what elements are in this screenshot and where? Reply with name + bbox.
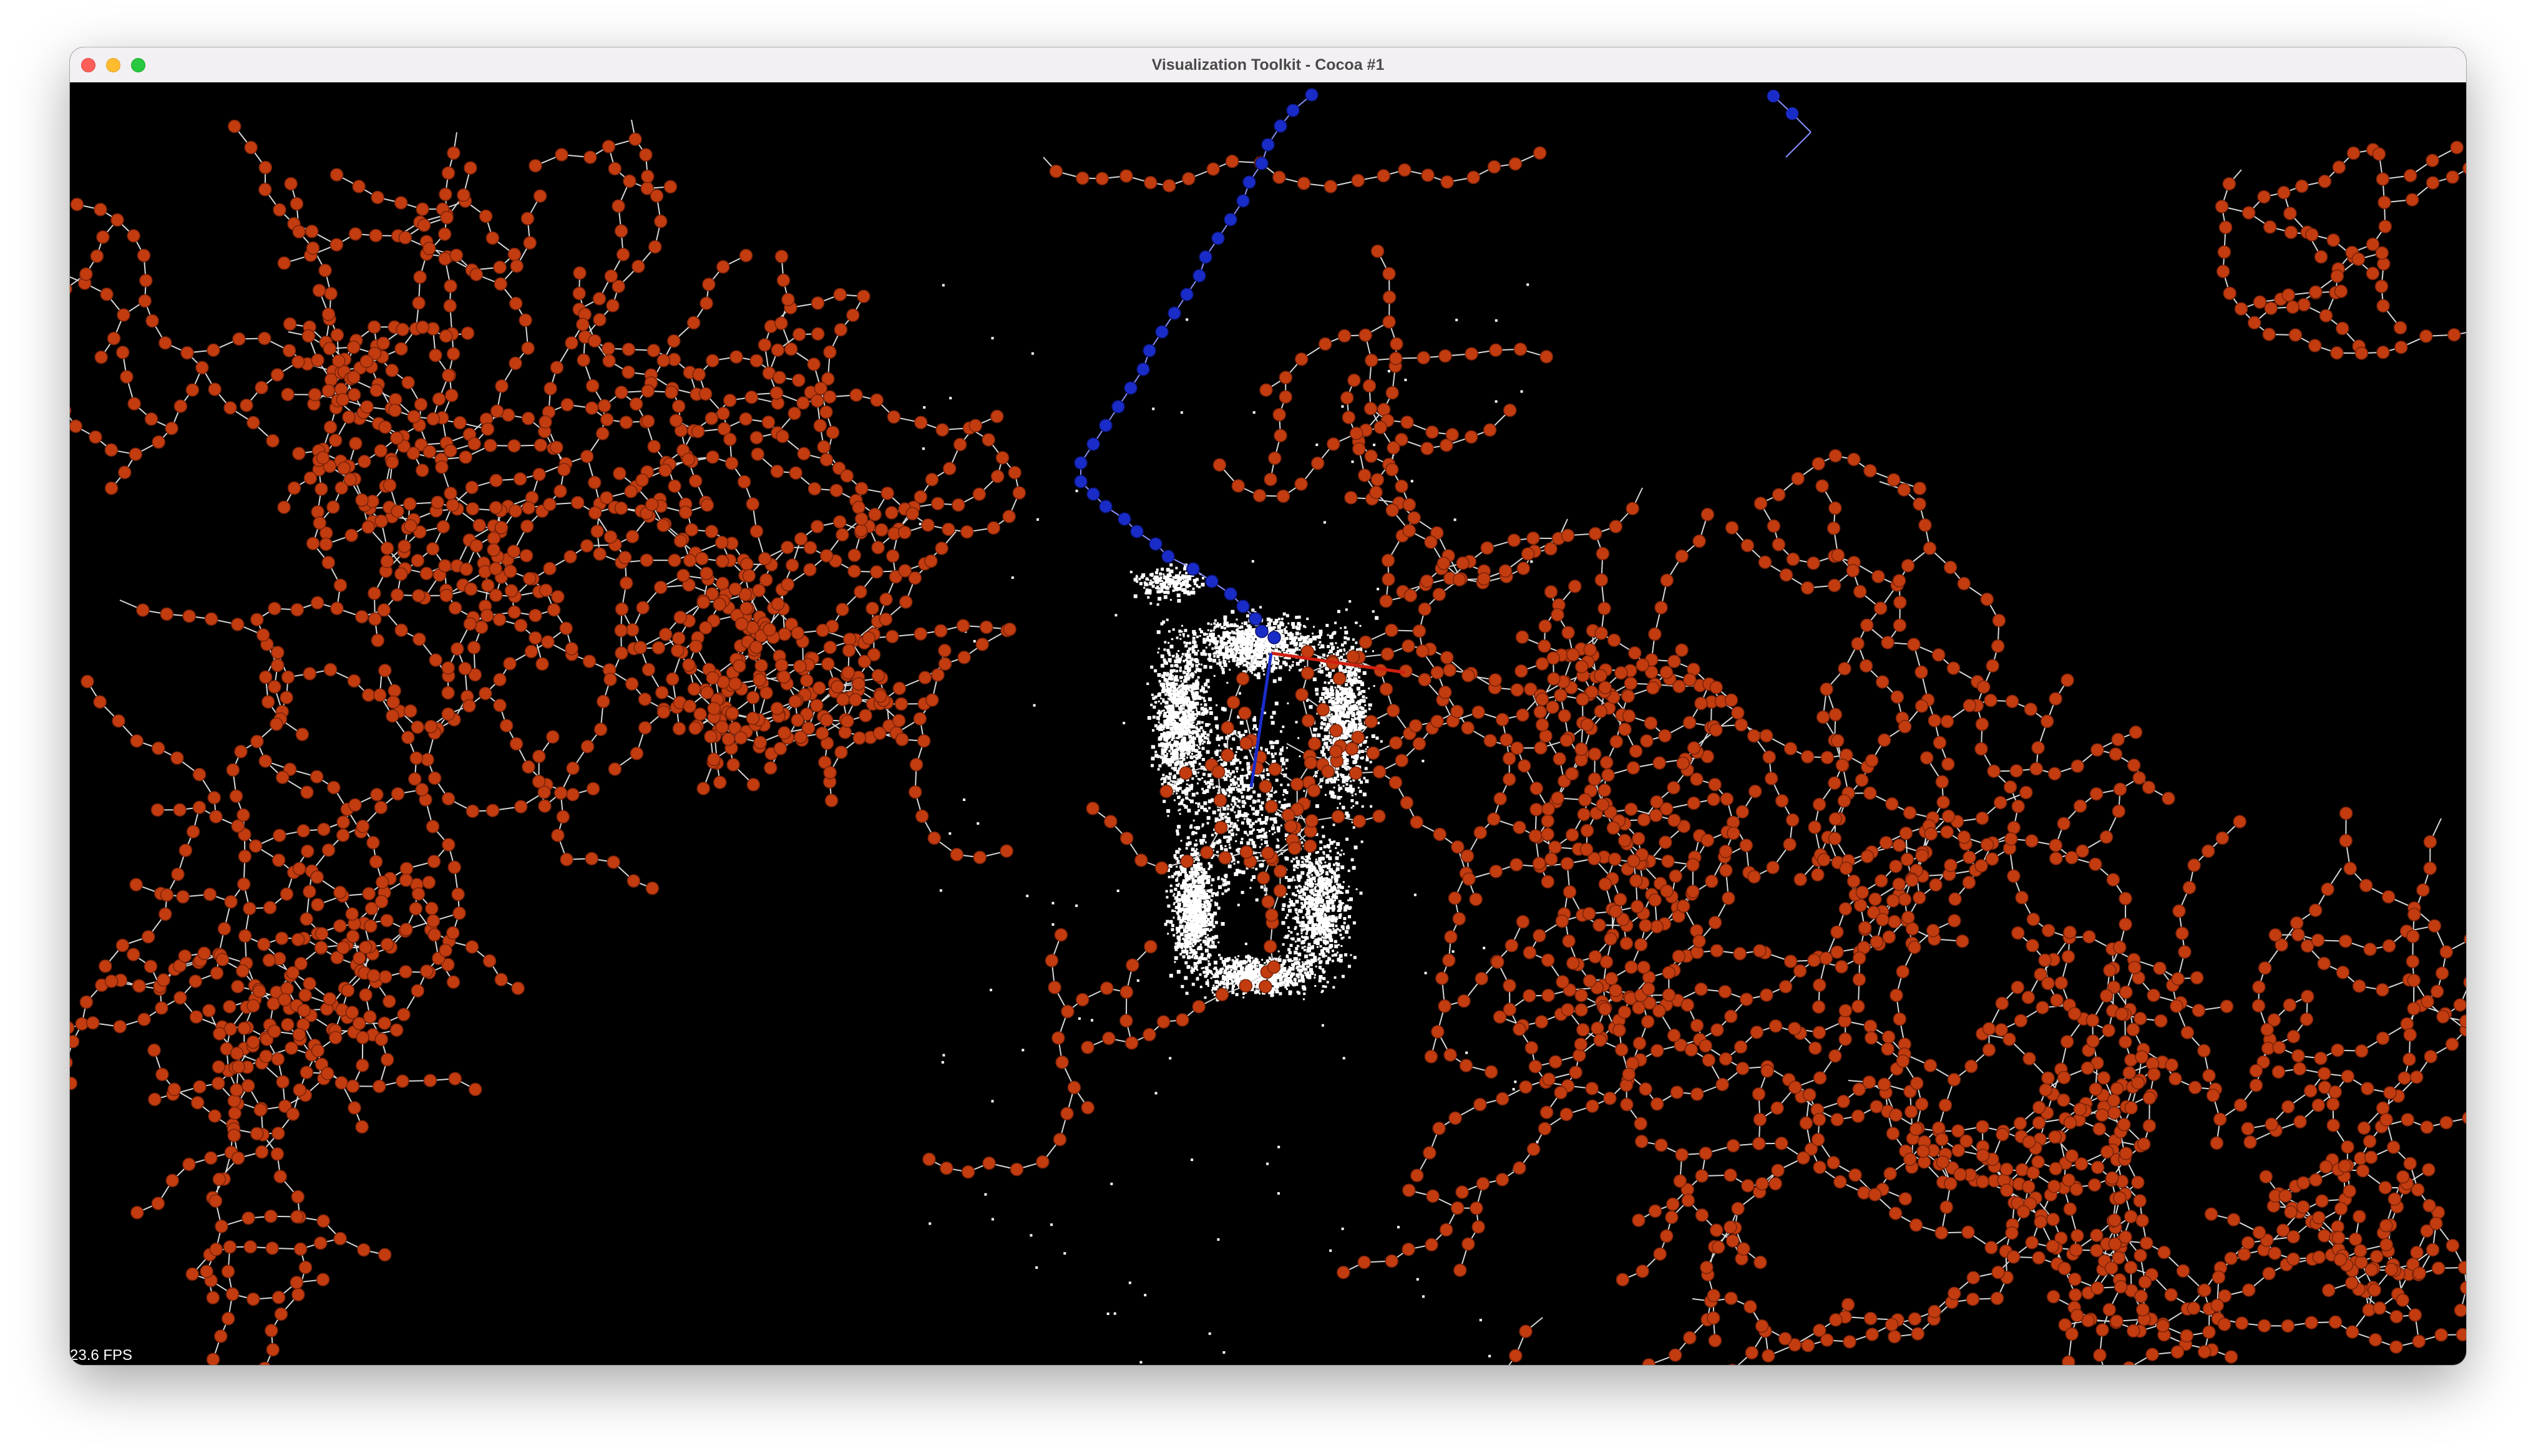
graph-nodes	[70, 119, 2466, 1365]
window-title: Visualization Toolkit - Cocoa #1	[1151, 56, 1385, 74]
fps-counter: 23.6 FPS	[70, 1347, 133, 1364]
3d-scene-canvas[interactable]	[70, 82, 2466, 1365]
render-viewport[interactable]: 23.6 FPS	[70, 82, 2466, 1365]
title-bar[interactable]: Visualization Toolkit - Cocoa #1	[70, 47, 2466, 83]
vtk-render-window[interactable]: Visualization Toolkit - Cocoa #1 23.6 FP…	[70, 47, 2466, 1365]
desktop-background: Visualization Toolkit - Cocoa #1 23.6 FP…	[0, 0, 2536, 1456]
